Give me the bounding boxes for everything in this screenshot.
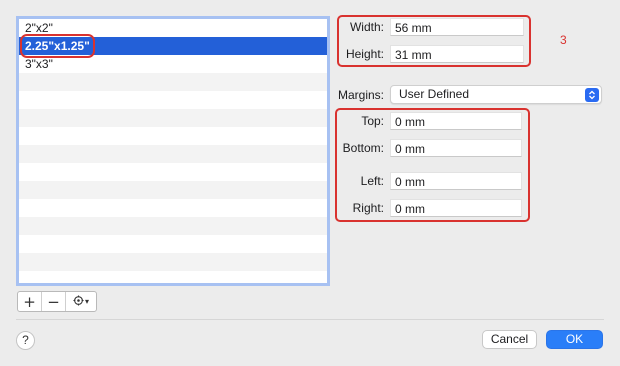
empty-row [19, 181, 327, 199]
plus-icon: + [23, 292, 36, 311]
right-label: Right: [352, 201, 384, 215]
height-label: Height: [345, 47, 384, 61]
step-annotation: 3 [560, 33, 567, 47]
gear-icon [73, 294, 84, 309]
list-item[interactable]: 3"x3" [19, 55, 327, 73]
margins-popup[interactable]: User Defined [390, 85, 602, 104]
list-item-label: 3"x3" [25, 57, 53, 71]
minus-icon: − [47, 292, 60, 311]
bottom-margin-field[interactable]: 0 mm [390, 139, 522, 157]
up-down-arrows-icon [585, 88, 599, 102]
empty-row [19, 253, 327, 271]
left-margin-field[interactable]: 0 mm [390, 172, 522, 190]
ok-button[interactable]: OK [546, 330, 603, 349]
empty-row [19, 235, 327, 253]
empty-row [19, 91, 327, 109]
paper-size-dialog: 2"x2" 2.25"x1.25" 3"x3" + − ▾ Width: 56 … [0, 0, 620, 366]
top-label: Top: [361, 114, 384, 128]
add-button[interactable]: + [18, 292, 42, 311]
empty-row [19, 127, 327, 145]
list-item-selected[interactable]: 2.25"x1.25" [19, 34, 327, 58]
chevron-down-icon: ▾ [84, 297, 89, 306]
action-menu-button[interactable]: ▾ [66, 292, 96, 311]
margins-label: Margins: [337, 88, 384, 102]
list-button-group: + − ▾ [17, 291, 97, 312]
width-field[interactable]: 56 mm [390, 18, 524, 36]
empty-row [19, 73, 327, 91]
empty-row [19, 271, 327, 283]
empty-row [19, 217, 327, 235]
bottom-label: Bottom: [342, 141, 384, 155]
empty-row [19, 163, 327, 181]
top-margin-field[interactable]: 0 mm [390, 112, 522, 130]
empty-row [19, 145, 327, 163]
list-item-label: 2"x2" [25, 21, 53, 35]
right-margin-field[interactable]: 0 mm [390, 199, 522, 217]
empty-row [19, 109, 327, 127]
help-button[interactable]: ? [16, 331, 35, 350]
list-item-label: 2.25"x1.25" [20, 34, 95, 58]
height-field[interactable]: 31 mm [390, 45, 524, 63]
empty-row [19, 199, 327, 217]
margins-popup-value: User Defined [399, 87, 470, 101]
cancel-button[interactable]: Cancel [482, 330, 537, 349]
remove-button[interactable]: − [42, 292, 66, 311]
left-label: Left: [360, 174, 384, 188]
width-label: Width: [349, 20, 384, 34]
paper-size-list[interactable]: 2"x2" 2.25"x1.25" 3"x3" [16, 16, 330, 286]
list-item[interactable]: 2"x2" [19, 19, 327, 37]
footer-divider [16, 319, 604, 320]
